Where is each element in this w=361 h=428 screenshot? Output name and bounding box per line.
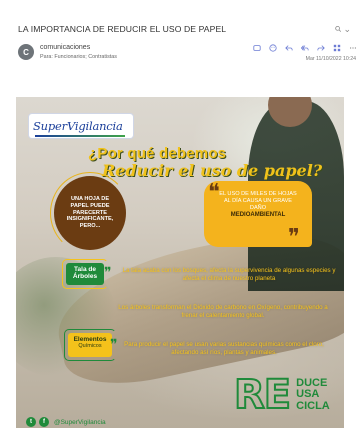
recipients: Para: Funcionarios; Contratistas [40,54,118,60]
paragraph-quimicos: Para producir el papel se usan varias su… [124,341,324,357]
headline-line1: ¿Por qué debemos [88,145,227,162]
re-letters: RE [233,372,292,418]
smiley-icon[interactable] [268,43,278,53]
sender-name[interactable]: comunicaciones [40,44,90,51]
reply-all-icon[interactable] [300,43,310,53]
poster-image: SuperVigilancia ¿Por qué debemos Reducir… [16,97,344,428]
grid-icon[interactable] [332,43,342,53]
reply-icon[interactable] [284,43,294,53]
facebook-icon[interactable]: f [39,417,49,427]
social-handle[interactable]: @SuperVigilancia [54,419,106,426]
twitter-icon[interactable]: t [26,417,36,427]
badge-elem-line1: Elementos [73,336,107,343]
quote-open-icon: ❝ [208,180,220,205]
avatar: C [18,44,34,60]
re-words: DUCE USA CICLA [296,377,330,413]
badge-tala: Tala de Árboles [66,263,104,285]
message-date: Mar 11/10/2022 10:24 [305,56,356,62]
message-header: C comunicaciones Para: Funcionarios; Con… [18,42,358,66]
badge-elementos: Elementos Químicos [68,333,112,357]
logo-underline [35,135,125,137]
teams-icon[interactable] [252,43,262,53]
orange-bubble-text: EL USO DE MILES DE HOJAS AL DÍA CAUSA UN… [219,191,297,211]
message-actions [252,43,358,53]
zoom-icon[interactable]: ⌄ [335,23,351,35]
brown-bubble: UNA HOJA DE PAPEL PUEDE PARECERTE INSIGN… [54,176,126,250]
forward-icon[interactable] [316,43,326,53]
social-row: t f @SuperVigilancia [26,417,106,427]
headline-line2: Reducir el uso de papel? [102,161,323,180]
logo: SuperVigilancia [29,114,133,138]
more-icon[interactable] [348,43,358,53]
quote-close-icon: ❞ [288,225,300,250]
quote-green-icon: ❞ [104,265,112,281]
chevron-down-icon[interactable]: ⌄ [343,24,351,35]
badge-elem-line2: Químicos [78,343,102,350]
re-word-cicla: CICLA [296,399,330,412]
badge-tala-line2: Árboles [72,273,98,281]
orange-bubble-strong: MEDIOAMBIENTAL [230,211,286,218]
reduce-reuse-recycle: RE DUCE USA CICLA [233,372,330,418]
subject-title: LA IMPORTANCIA DE REDUCIR EL USO DE PAPE… [18,24,227,34]
logo-text: SuperVigilancia [33,119,123,133]
paragraph-tala: La tala acaba con los bosques, afecta la… [122,267,336,283]
brown-bubble-text: UNA HOJA DE PAPEL PUEDE PARECERTE INSIGN… [66,195,114,230]
paragraph-oxigeno: Los árboles transforman el Dióxido de ca… [118,304,328,320]
